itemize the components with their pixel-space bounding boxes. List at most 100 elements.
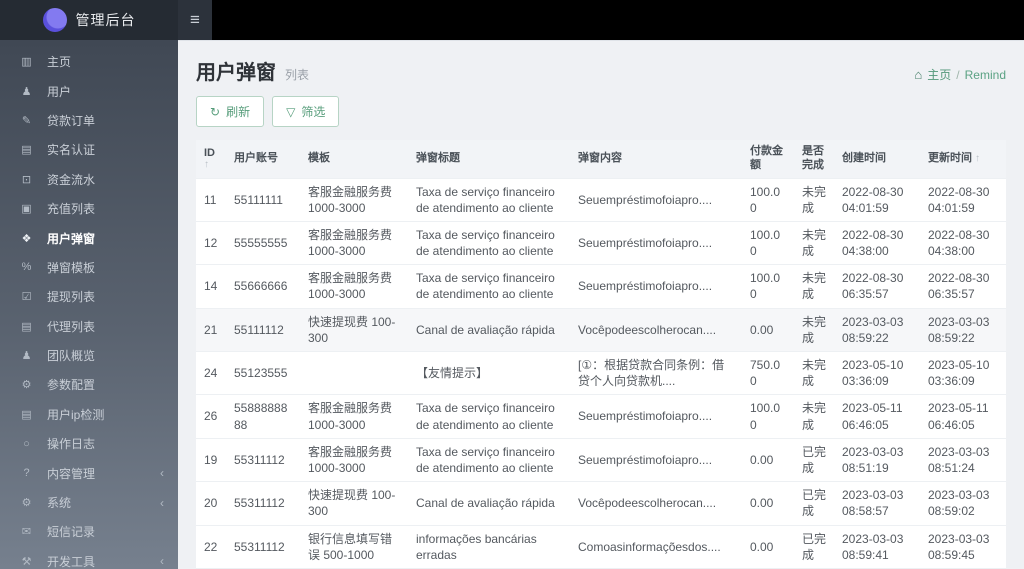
filter-button-label: 筛选	[301, 105, 326, 119]
cell-account: 55555555	[226, 220, 300, 265]
table-row[interactable]: 22 55311112 银行信息填写错误 500-1000 informaçõe…	[196, 524, 1006, 569]
sidebar-item-popup-template[interactable]: % 弹窗模板	[0, 253, 178, 282]
sidebar-item-users[interactable]: ♟ 用户	[0, 76, 178, 105]
cell-content: Seuempréstimofoiapro....	[570, 264, 742, 309]
sidebar-item-team-overview[interactable]: ♟ 团队概览	[0, 341, 178, 370]
sidebar-item-sms-records[interactable]: ✉ 短信记录	[0, 517, 178, 546]
recharge-icon: ▣	[21, 203, 32, 216]
pen-icon: ✎	[21, 114, 32, 127]
sidebar-toggle-button[interactable]: ≡	[178, 0, 212, 40]
sidebar-item-system[interactable]: ⚙ 系统 ‹	[0, 488, 178, 517]
sidebar-item-operation-log[interactable]: ○ 操作日志	[0, 429, 178, 458]
col-header-title-label: 弹窗标题	[416, 151, 460, 164]
col-header-template-label: 模板	[308, 151, 330, 164]
col-header-content-label: 弹窗内容	[578, 151, 622, 164]
table-row[interactable]: 12 55555555 客服金融服务费 1000-3000 Taxa de se…	[196, 220, 1006, 265]
cell-updated: 2023-05-10 03:36:09	[920, 350, 1006, 395]
sidebar-item-label: 充值列表	[47, 202, 96, 217]
app-title: 管理后台	[75, 12, 136, 28]
sidebar-item-fund-flow[interactable]: ⊡ 资金流水	[0, 165, 178, 194]
table-row[interactable]: 26 5588888888 客服金融服务费 1000-3000 Taxa de …	[196, 394, 1006, 439]
table-row[interactable]: 14 55666666 客服金融服务费 1000-3000 Taxa de se…	[196, 264, 1006, 309]
breadcrumb: ⌂ 主页 / Remind	[914, 66, 1006, 83]
table-row[interactable]: 19 55311112 客服金融服务费 1000-3000 Taxa de se…	[196, 437, 1006, 482]
sidebar-item-label: 代理列表	[47, 319, 96, 334]
sidebar-item-user-popup[interactable]: ❖ 用户弹窗	[0, 223, 178, 252]
filter-button[interactable]: ▽ 筛选	[272, 96, 340, 127]
sidebar-item-home[interactable]: ▥ 主页	[0, 47, 178, 76]
sidebar-item-label: 资金流水	[47, 172, 96, 187]
table-row[interactable]: 21 55111112 快速提现费 100-300 Canal de avali…	[196, 307, 1006, 352]
cell-account: 55666666	[226, 264, 300, 309]
cell-template: 客服金融服务费 1000-3000	[300, 394, 408, 439]
sidebar-item-recharge-list[interactable]: ▣ 充值列表	[0, 194, 178, 223]
col-header-title[interactable]: 弹窗标题	[408, 140, 570, 178]
topbar: 管理后台 ≡	[0, 0, 1024, 40]
col-header-id[interactable]: ID ↑	[196, 140, 226, 178]
refresh-icon: ↻	[210, 104, 221, 119]
cell-account: 55311112	[226, 437, 300, 482]
breadcrumb-home-link[interactable]: 主页	[927, 66, 951, 83]
app-brand[interactable]: 管理后台	[0, 0, 178, 40]
cell-amount: 0.00	[742, 437, 794, 482]
sidebar-item-param-config[interactable]: ⚙ 参数配置	[0, 370, 178, 399]
cell-template: 客服金融服务费 1000-3000	[300, 220, 408, 265]
col-header-content[interactable]: 弹窗内容	[570, 140, 742, 178]
cell-title: Taxa de serviço financeiro de atendiment…	[408, 177, 570, 222]
team-icon: ♟	[21, 350, 32, 363]
cell-title: Canal de avaliação rápida	[408, 307, 570, 352]
col-header-status-label: 是否完成	[802, 145, 824, 171]
breadcrumb-current: Remind	[964, 67, 1006, 82]
cell-title: Canal de avaliação rápida	[408, 481, 570, 525]
sidebar-item-agent-list[interactable]: ▤ 代理列表	[0, 312, 178, 341]
cell-created: 2023-03-03 08:59:22	[834, 307, 920, 352]
cell-amount: 0.00	[742, 481, 794, 525]
cell-content: Comoasinformaçõesdos....	[570, 524, 742, 569]
sidebar-item-label: 内容管理	[47, 466, 96, 481]
sidebar-item-user-ip-check[interactable]: ▤ 用户ip检测	[0, 400, 178, 429]
sidebar-item-label: 系统	[47, 496, 72, 511]
refresh-button[interactable]: ↻ 刷新	[196, 96, 265, 127]
table-row[interactable]: 20 55311112 快速提现费 100-300 Canal de avali…	[196, 481, 1006, 525]
cell-id: 26	[196, 394, 226, 439]
cell-content: Seuempréstimofoiapro....	[570, 177, 742, 222]
cell-account: 55111111	[226, 177, 300, 222]
col-header-account[interactable]: 用户账号	[226, 140, 300, 178]
col-header-template[interactable]: 模板	[300, 140, 408, 178]
sidebar-item-label: 提现列表	[47, 290, 96, 305]
cell-status: 未完成	[794, 264, 834, 309]
cell-id: 11	[196, 177, 226, 222]
cell-status: 未完成	[794, 220, 834, 265]
gear-icon: ⚙	[21, 497, 32, 510]
col-header-created[interactable]: 创建时间	[834, 140, 920, 178]
cell-amount: 0.00	[742, 307, 794, 352]
cell-amount: 100.00	[742, 177, 794, 222]
sidebar-item-loan-orders[interactable]: ✎ 贷款订单	[0, 106, 178, 135]
chevron-left-icon: ‹	[160, 554, 164, 569]
col-header-status[interactable]: 是否完成	[794, 140, 834, 178]
sidebar-item-dev-tools[interactable]: ⚒ 开发工具 ‹	[0, 547, 178, 569]
cell-id: 14	[196, 264, 226, 309]
cell-id: 19	[196, 437, 226, 482]
sidebar-item-withdraw-list[interactable]: ☑ 提现列表	[0, 282, 178, 311]
cell-template: 客服金融服务费 1000-3000	[300, 177, 408, 222]
sidebar-item-content-mgmt[interactable]: ? 内容管理 ‹	[0, 458, 178, 487]
cell-account: 55311112	[226, 524, 300, 569]
col-header-amount[interactable]: 付款金额	[742, 140, 794, 178]
cell-title: 【友情提示】	[408, 350, 570, 395]
table-row[interactable]: 11 55111111 客服金融服务费 1000-3000 Taxa de se…	[196, 177, 1006, 222]
sidebar-item-real-name-auth[interactable]: ▤ 实名认证	[0, 135, 178, 164]
cell-title: Taxa de serviço financeiro de atendiment…	[408, 437, 570, 482]
col-header-account-label: 用户账号	[234, 151, 278, 164]
cell-amount: 100.00	[742, 220, 794, 265]
cell-template: 客服金融服务费 1000-3000	[300, 437, 408, 482]
cell-status: 未完成	[794, 307, 834, 352]
sidebar-item-label: 开发工具	[47, 554, 96, 569]
col-header-created-label: 创建时间	[842, 151, 886, 164]
table-row[interactable]: 24 55123555 【友情提示】 [①：根据贷款合同条例：借贷个人向贷款机.…	[196, 350, 1006, 395]
sidebar-item-label: 实名认证	[47, 143, 96, 158]
sidebar-item-label: 操作日志	[47, 437, 96, 452]
cell-status: 已完成	[794, 437, 834, 482]
cell-updated: 2023-03-03 08:51:24	[920, 437, 1006, 482]
col-header-updated[interactable]: 更新时间 ↑	[920, 140, 1006, 178]
